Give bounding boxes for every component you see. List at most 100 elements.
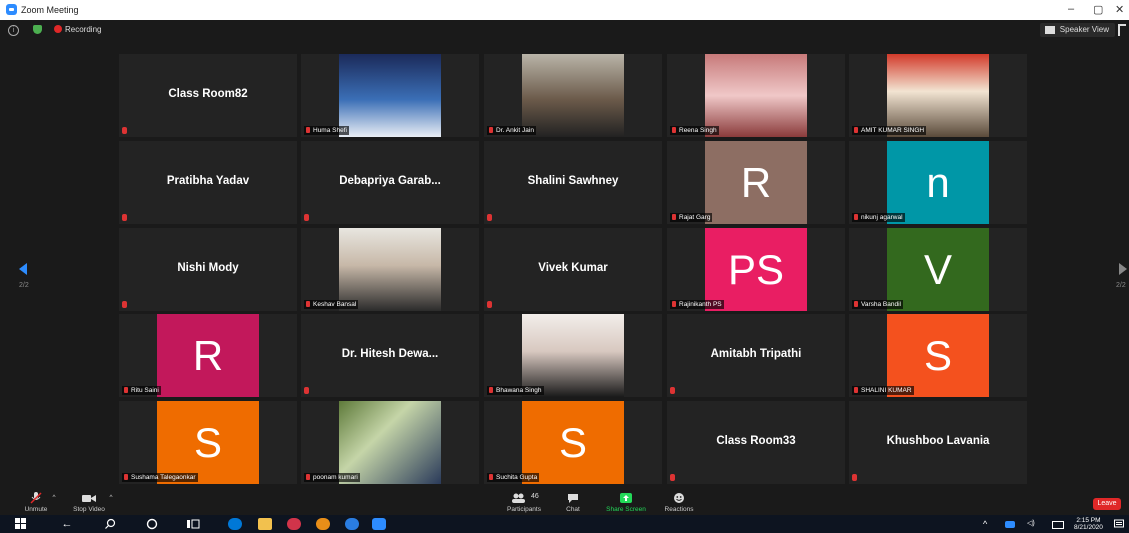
close-button[interactable]: ✕	[1115, 3, 1124, 16]
participant-tile[interactable]: n nikunj agarwal	[849, 141, 1027, 224]
windows-taskbar: ← ^ ◁) 2:15 PM 8/21/2020	[0, 515, 1129, 533]
participant-label-text: nikunj agarwal	[861, 214, 903, 221]
participants-label: Participants	[507, 506, 541, 513]
participant-label: Reena Singh	[670, 126, 719, 135]
chat-label: Chat	[566, 506, 580, 513]
reactions-button[interactable]: Reactions	[660, 492, 698, 513]
taskbar-date: 8/21/2020	[1074, 524, 1103, 531]
muted-mic-icon	[670, 474, 675, 481]
speaker-view-button[interactable]: Speaker View	[1039, 23, 1115, 37]
muted-mic-icon	[306, 127, 310, 133]
reactions-label: Reactions	[664, 506, 694, 513]
muted-mic-icon	[122, 301, 127, 308]
participant-tile[interactable]: Debapriya Garab...	[301, 141, 479, 224]
muted-mic-icon	[672, 214, 676, 220]
participant-name: Shalini Sawhney	[527, 174, 619, 187]
participant-tile[interactable]: Pratibha Yadav	[119, 141, 297, 224]
maximize-button[interactable]: ▢	[1093, 3, 1103, 16]
muted-mic-icon	[122, 127, 127, 134]
task-view-icon[interactable]	[186, 518, 200, 530]
participant-tile[interactable]: S Suchita Gupta	[484, 401, 662, 484]
minimize-button[interactable]: –	[1068, 3, 1074, 15]
muted-mic-icon	[304, 214, 309, 221]
notifications-icon[interactable]	[1114, 519, 1124, 529]
previous-page-arrow-icon[interactable]	[19, 263, 27, 275]
participant-tile[interactable]: Shalini Sawhney	[484, 141, 662, 224]
file-explorer-icon[interactable]	[258, 518, 272, 530]
audio-options-chevron-icon[interactable]: ^	[49, 494, 59, 501]
muted-mic-icon	[487, 214, 492, 221]
windows-start-icon[interactable]	[15, 518, 27, 530]
video-options-chevron-icon[interactable]: ^	[106, 494, 116, 501]
avatar: n	[887, 141, 989, 224]
internet-explorer-icon[interactable]	[345, 518, 359, 530]
next-page-arrow-icon[interactable]	[1119, 263, 1127, 275]
participants-icon: 46	[500, 492, 548, 504]
avatar: S	[887, 314, 989, 397]
encryption-shield-icon[interactable]	[33, 25, 42, 34]
participant-label: Rajat Garg	[670, 213, 713, 222]
gallery-view: Class Room82 Huma Shefi Dr. Ankit Jain Reen…	[0, 40, 1129, 490]
participant-label: Varsha Bandil	[852, 300, 903, 309]
participant-label-text: Dr. Ankit Jain	[496, 127, 534, 134]
volume-icon[interactable]: ◁)	[1027, 519, 1035, 527]
participant-name: Class Room82	[168, 87, 248, 100]
participants-button[interactable]: 46 Participants	[500, 492, 548, 513]
participant-tile[interactable]: Bhawana Singh	[484, 314, 662, 397]
participant-tile[interactable]: Khushboo Lavania	[849, 401, 1027, 484]
cortana-circle-icon[interactable]	[146, 518, 158, 530]
participant-label-text: AMIT KUMAR SINGH	[861, 127, 925, 134]
participant-tile[interactable]: Class Room33	[667, 401, 845, 484]
participant-name: Debapriya Garab...	[339, 174, 441, 187]
participant-tile[interactable]: S Sushama Talegaonkar	[119, 401, 297, 484]
muted-mic-icon	[672, 127, 676, 133]
share-screen-icon	[603, 492, 649, 504]
stop-video-label: Stop Video	[73, 506, 105, 513]
tray-zoom-icon[interactable]	[1005, 521, 1015, 528]
chat-button[interactable]: Chat	[562, 492, 584, 513]
firefox-browser-icon[interactable]	[316, 518, 330, 530]
participant-tile[interactable]: S SHALINI KUMAR	[849, 314, 1027, 397]
search-icon[interactable]	[104, 518, 116, 530]
participant-tile[interactable]: Vivek Kumar	[484, 228, 662, 311]
participant-tile[interactable]: poonam kumari	[301, 401, 479, 484]
meeting-info-icon[interactable]: i	[8, 25, 19, 36]
muted-mic-icon	[487, 301, 492, 308]
participant-tile[interactable]: Nishi Mody	[119, 228, 297, 311]
zoom-logo-icon	[6, 4, 17, 15]
edge-browser-icon[interactable]	[228, 518, 242, 530]
participant-tile[interactable]: Huma Shefi	[301, 54, 479, 137]
battery-icon[interactable]	[1052, 521, 1064, 529]
page-indicator-right: 2/2	[1116, 282, 1126, 289]
participant-tile[interactable]: Reena Singh	[667, 54, 845, 137]
participant-tile[interactable]: Dr. Ankit Jain	[484, 54, 662, 137]
muted-mic-icon	[672, 301, 676, 307]
tray-chevron-up-icon[interactable]: ^	[983, 519, 987, 529]
participant-tile[interactable]: R Ritu Saini	[119, 314, 297, 397]
participant-tile[interactable]: Class Room82	[119, 54, 297, 137]
participant-tile[interactable]: Amitabh Tripathi	[667, 314, 845, 397]
chrome-browser-icon[interactable]	[287, 518, 301, 530]
participant-tile[interactable]: R Rajat Garg	[667, 141, 845, 224]
share-screen-button[interactable]: Share Screen	[603, 492, 649, 513]
participant-label: AMIT KUMAR SINGH	[852, 126, 927, 135]
participant-tile[interactable]: V Varsha Bandil	[849, 228, 1027, 311]
participant-tile[interactable]: Dr. Hitesh Dewa...	[301, 314, 479, 397]
zoom-taskbar-icon[interactable]	[372, 518, 386, 530]
participant-video	[887, 54, 989, 137]
participant-tile[interactable]: AMIT KUMAR SINGH	[849, 54, 1027, 137]
unmute-button[interactable]: Unmute	[20, 492, 52, 513]
leave-meeting-button[interactable]: Leave	[1093, 498, 1121, 510]
speaker-view-label: Speaker View	[1059, 25, 1109, 34]
taskbar-clock[interactable]: 2:15 PM 8/21/2020	[1074, 517, 1103, 531]
participant-video	[339, 228, 441, 311]
participant-tile[interactable]: Keshav Bansal	[301, 228, 479, 311]
muted-mic-icon	[852, 474, 857, 481]
fullscreen-icon[interactable]	[1118, 24, 1126, 36]
back-arrow-icon[interactable]: ←	[60, 518, 74, 530]
participant-video	[522, 54, 624, 137]
participant-tile[interactable]: PS Rajinikanth PS	[667, 228, 845, 311]
muted-mic-icon	[304, 387, 309, 394]
participant-label: Rajinikanth PS	[670, 300, 724, 309]
participant-label-text: Sushama Talegaonkar	[131, 474, 196, 481]
